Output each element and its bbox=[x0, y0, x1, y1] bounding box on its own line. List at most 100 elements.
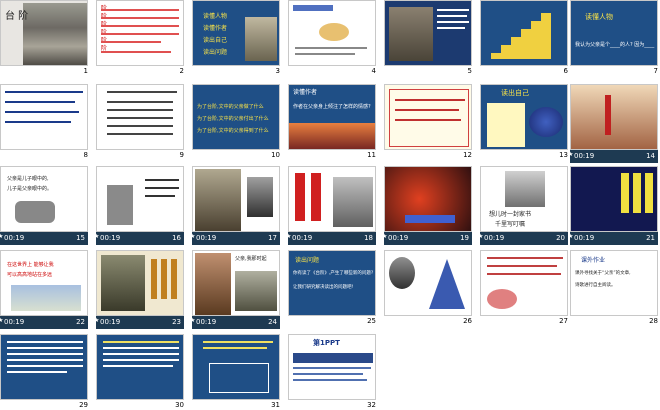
slide-timing: 00:19 bbox=[388, 234, 409, 242]
slide-thumb-31[interactable]: 31 bbox=[192, 334, 280, 409]
slide-number: 28 bbox=[649, 317, 658, 325]
slide-preview: 课外作业 课外寻找关于“父亲”的文章, 诗歌进行自主阅读。 bbox=[570, 250, 658, 316]
slide-line: 让我们研究解决读出的问题吧! bbox=[293, 285, 354, 290]
slide-thumb-4[interactable]: 4 bbox=[288, 0, 376, 78]
slide-preview: 父亲,我那时起 bbox=[192, 250, 280, 316]
slide-sub: 我认为父亲是个____的人? 因为____ bbox=[575, 42, 655, 48]
timing-bar: ★ 00:19 21 bbox=[568, 232, 658, 245]
slide-timing: 00:19 bbox=[196, 234, 217, 242]
slide-thumb-16[interactable]: ★ 00:19 16 bbox=[94, 166, 184, 246]
slide-preview bbox=[192, 166, 280, 232]
slide-preview: 读懂人物 读懂作者 读出自己 读出问题 bbox=[192, 0, 280, 66]
slide-number: 5 bbox=[467, 67, 472, 75]
slide-thumb-30[interactable]: 30 bbox=[96, 334, 184, 409]
slide-number: 23 bbox=[172, 318, 181, 326]
slide-number: 4 bbox=[371, 67, 376, 75]
slide-preview bbox=[570, 166, 658, 232]
slide-number: 18 bbox=[364, 234, 373, 242]
slide-preview bbox=[480, 0, 568, 66]
slide-number: 11 bbox=[367, 151, 376, 159]
slide-timing: 00:19 bbox=[196, 318, 217, 326]
slide-thumb-5[interactable]: 5 bbox=[384, 0, 472, 78]
star-icon: ★ bbox=[0, 233, 4, 240]
slide-thumb-14[interactable]: ★ 00:19 14 bbox=[568, 84, 658, 164]
slide-heading: 第1PPT bbox=[313, 339, 340, 347]
slide-preview bbox=[480, 250, 568, 316]
slide-thumb-19[interactable]: ★ 00:19 19 bbox=[382, 166, 472, 246]
slide-heading: 读出自己 bbox=[501, 89, 529, 97]
star-icon: ★ bbox=[478, 233, 484, 240]
timing-bar: ★ 00:19 24 bbox=[190, 316, 280, 329]
slide-thumb-7[interactable]: 读懂人物 我认为父亲是个____的人? 因为____ 7 bbox=[570, 0, 658, 78]
slide-preview bbox=[0, 84, 88, 150]
slide-number: 24 bbox=[268, 318, 277, 326]
slide-line: 为了台阶,文中的父亲付出了什么 bbox=[197, 116, 269, 122]
slide-preview bbox=[384, 166, 472, 232]
slide-preview: 父亲是儿子眼中的, 儿子是父亲眼中的。 bbox=[0, 166, 88, 232]
slide-preview: 想儿时一封家书 千里写叮嘱 bbox=[480, 166, 568, 232]
slide-thumb-21[interactable]: ★ 00:19 21 bbox=[568, 166, 658, 246]
slide-thumb-13[interactable]: 读出自己 13 bbox=[480, 84, 568, 162]
slide-line: 在这世界上 能够让我 bbox=[7, 262, 54, 268]
slide-thumb-20[interactable]: 想儿时一封家书 千里写叮嘱 ★ 00:19 20 bbox=[478, 166, 568, 246]
slide-thumb-2[interactable]: 阶阶阶阶阶阶 2 bbox=[96, 0, 184, 78]
slide-thumb-25[interactable]: 读出问题 你有读了《台阶》,产生了哪些新的问题? 让我们研究解决读出的问题吧! … bbox=[288, 250, 376, 328]
timing-bar: ★ 00:19 23 bbox=[94, 316, 184, 329]
slide-line: 千里写叮嘱 bbox=[495, 221, 526, 228]
slide-thumb-27[interactable]: 27 bbox=[480, 250, 568, 328]
slide-preview: 读懂人物 我认为父亲是个____的人? 因为____ bbox=[570, 0, 658, 66]
slide-thumb-3[interactable]: 读懂人物 读懂作者 读出自己 读出问题 3 bbox=[192, 0, 280, 78]
slide-line: 诗歌进行自主阅读。 bbox=[575, 283, 616, 288]
slide-line: 儿子是父亲眼中的。 bbox=[7, 186, 53, 192]
slide-thumb-15[interactable]: 父亲是儿子眼中的, 儿子是父亲眼中的。 ★ 00:19 15 bbox=[0, 166, 88, 246]
slide-thumb-22[interactable]: 在这世界上 能够让我 可以高高地站在多远 ★ 00:19 22 bbox=[0, 250, 88, 330]
timing-bar: ★ 00:19 18 bbox=[286, 232, 376, 245]
slide-line: 读懂作者 bbox=[203, 25, 228, 32]
slide-number: 7 bbox=[653, 67, 658, 75]
slide-thumb-8[interactable]: 8 bbox=[0, 84, 88, 162]
slide-thumb-12[interactable]: 12 bbox=[384, 84, 472, 162]
slide-thumb-17[interactable]: ★ 00:19 17 bbox=[190, 166, 280, 246]
slide-thumb-18[interactable]: ★ 00:19 18 bbox=[286, 166, 376, 246]
slide-timing: 00:19 bbox=[574, 234, 595, 242]
slide-line: 为了台阶,文中的父亲做了什么 bbox=[197, 104, 264, 110]
slide-number: 6 bbox=[563, 67, 568, 75]
slide-line: 读出自己 bbox=[203, 37, 228, 44]
slide-preview: 第1PPT bbox=[288, 334, 376, 400]
slide-thumb-29[interactable]: 29 bbox=[0, 334, 88, 409]
star-icon: ★ bbox=[94, 317, 100, 324]
slide-thumb-32[interactable]: 第1PPT 32 bbox=[288, 334, 376, 409]
slide-timing: 00:19 bbox=[100, 318, 121, 326]
slide-number: 1 bbox=[83, 67, 88, 75]
slide-preview bbox=[288, 0, 376, 66]
slide-thumb-28[interactable]: 课外作业 课外寻找关于“父亲”的文章, 诗歌进行自主阅读。 28 bbox=[570, 250, 658, 328]
slide-number: 12 bbox=[463, 151, 472, 159]
star-icon: ★ bbox=[382, 233, 388, 240]
slide-thumb-11[interactable]: 读懂作者 作者在父亲身上倾注了怎样的情感? 11 bbox=[288, 84, 376, 162]
slide-preview: 读出自己 bbox=[480, 84, 568, 150]
slide-line: 父亲,我那时起 bbox=[235, 256, 267, 262]
slide-thumb-24[interactable]: 父亲,我那时起 ★ 00:19 24 bbox=[190, 250, 280, 330]
slide-preview: 读出问题 你有读了《台阶》,产生了哪些新的问题? 让我们研究解决读出的问题吧! bbox=[288, 250, 376, 316]
slide-thumb-1[interactable]: 台 阶 1 bbox=[0, 0, 88, 78]
slide-preview bbox=[192, 334, 280, 400]
slide-number: 16 bbox=[172, 234, 181, 242]
timing-bar: ★ 00:19 17 bbox=[190, 232, 280, 245]
timing-bar: ★ 00:19 16 bbox=[94, 232, 184, 245]
slide-thumb-6[interactable]: 6 bbox=[480, 0, 568, 78]
slide-number: 9 bbox=[179, 151, 184, 159]
slide-number: 22 bbox=[76, 318, 85, 326]
slide-title: 台 阶 bbox=[5, 11, 29, 22]
slide-line: 可以高高地站在多远 bbox=[7, 272, 53, 278]
slide-preview bbox=[570, 84, 658, 150]
slide-thumb-9[interactable]: 9 bbox=[96, 84, 184, 162]
slide-heading: 课外作业 bbox=[581, 257, 606, 264]
slide-thumb-23[interactable]: ★ 00:19 23 bbox=[94, 250, 184, 330]
slide-sub: 作者在父亲身上倾注了怎样的情感? bbox=[293, 104, 371, 110]
slide-thumb-10[interactable]: 为了台阶,文中的父亲做了什么 为了台阶,文中的父亲付出了什么 为了台阶,文中的父… bbox=[192, 84, 280, 162]
slide-preview: 在这世界上 能够让我 可以高高地站在多远 bbox=[0, 250, 88, 316]
slide-preview bbox=[384, 0, 472, 66]
slide-preview bbox=[96, 250, 184, 316]
slide-thumb-26[interactable]: 26 bbox=[384, 250, 472, 328]
slide-preview bbox=[96, 84, 184, 150]
